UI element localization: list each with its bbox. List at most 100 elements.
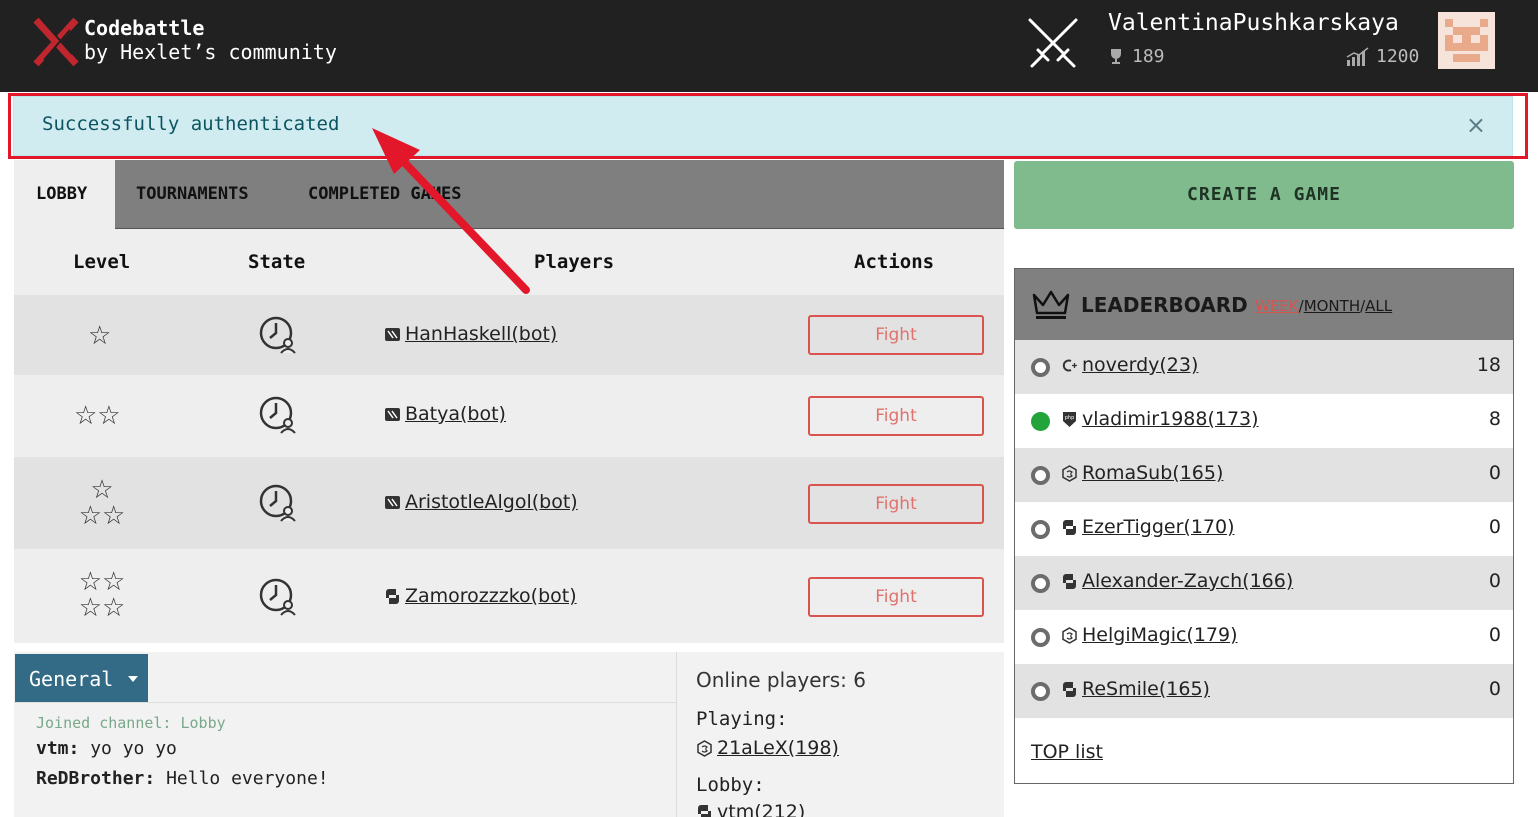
player-link[interactable]: AristotleAlgol(bot) [405, 491, 578, 513]
rating-chart-icon [1346, 46, 1369, 66]
divider [14, 702, 676, 703]
brand-title: Codebattle [84, 16, 205, 40]
table-row: ☆☆☆ ☆☆☆ AristotleAlgol(bot) Fight [14, 457, 1004, 549]
crossed-swords-icon[interactable] [1024, 16, 1082, 70]
column-header-players: Players [534, 251, 615, 273]
table-row: ☆☆ Batya(bot) Fight [14, 375, 1004, 457]
create-game-button[interactable]: CREATE A GAME [1014, 161, 1514, 229]
clock-user-icon [259, 316, 296, 354]
table-row: ☆ HanHaskell(bot) Fight [14, 295, 1004, 375]
brand-name[interactable]: Codebattle by Hexlet’s community [84, 16, 337, 64]
leaderboard-user: noverdy(23) [1061, 354, 1198, 376]
fight-button[interactable]: Fight [808, 396, 984, 436]
message-text: yo yo yo [90, 738, 177, 759]
user-trophies: 189 [1108, 46, 1165, 67]
close-icon[interactable]: × [1466, 111, 1486, 139]
offline-status-icon [1031, 574, 1050, 593]
chat-message: ReDBrother: Hello everyone! [36, 768, 329, 789]
caret-down-icon [128, 675, 139, 682]
leaderboard-row: RomaSub(165) 0 [1015, 448, 1513, 502]
crown-icon [1032, 290, 1070, 319]
haskell-icon [385, 407, 400, 421]
user-link[interactable]: 21aLeX(198) [717, 737, 839, 759]
chat-panel: General Joined channel: Lobby vtm: yo yo… [14, 652, 676, 817]
period-switcher: WEEK/MONTH/ALL [1255, 297, 1393, 315]
x-logo-icon[interactable] [32, 16, 80, 68]
level-stars: ☆ [88, 321, 112, 351]
leaderboard-row: ReSmile(165) 0 [1015, 664, 1513, 718]
level-stars: ☆☆☆☆ ☆☆☆☆ [78, 567, 126, 623]
user-score: 8 [1488, 408, 1501, 430]
player-entry: HanHaskell(bot) [384, 323, 557, 345]
leaderboard-user: Alexander-Zaych(166) [1061, 570, 1293, 592]
player-link[interactable]: HanHaskell(bot) [405, 323, 557, 345]
fight-button[interactable]: Fight [808, 315, 984, 355]
leaderboard-user: RomaSub(165) [1061, 462, 1223, 484]
player-entry: AristotleAlgol(bot) [384, 491, 578, 513]
period-month-link[interactable]: MONTH [1304, 297, 1360, 315]
leaderboard-row: EzerTigger(170) 0 [1015, 502, 1513, 556]
lobby-label: Lobby: [696, 774, 765, 796]
user-link[interactable]: noverdy(23) [1082, 354, 1198, 376]
clock-user-icon [259, 484, 296, 522]
fight-button[interactable]: Fight [808, 484, 984, 524]
period-week-link[interactable]: WEEK [1255, 297, 1299, 315]
channel-name: General [29, 666, 114, 691]
level-stars: ☆☆ [74, 401, 121, 431]
user-link[interactable]: vtm(212) [717, 801, 805, 817]
trophy-count: 189 [1132, 46, 1165, 67]
pixel-avatar-icon[interactable] [1438, 12, 1495, 69]
offline-status-icon [1031, 682, 1050, 701]
tab-tournaments[interactable]: TOURNAMENTS [136, 160, 249, 229]
playing-label: Playing: [696, 708, 788, 730]
leaderboard-user: EzerTigger(170) [1061, 516, 1235, 538]
user-link[interactable]: ReSmile(165) [1082, 678, 1210, 700]
channel-dropdown[interactable]: General [15, 654, 148, 703]
user-name[interactable]: ValentinaPushkarskaya [1108, 10, 1399, 36]
offline-status-icon [1031, 628, 1050, 647]
alert-message: Successfully authenticated [42, 113, 340, 135]
column-header-state: State [248, 251, 306, 273]
leaderboard-user: ReSmile(165) [1061, 678, 1210, 700]
game-tabs: LOBBY TOURNAMENTS COMPLETED GAMES [14, 160, 1004, 229]
python-icon [1063, 519, 1076, 535]
user-link[interactable]: Alexander-Zaych(166) [1082, 570, 1293, 592]
php-icon: php [1063, 411, 1076, 427]
leaderboard: LEADERBOARD WEEK/MONTH/ALL noverdy(23) 1… [1014, 268, 1514, 784]
python-icon [386, 588, 399, 604]
player-entry: Batya(bot) [384, 403, 506, 425]
python-icon [1063, 573, 1076, 589]
tab-completed-games[interactable]: COMPLETED GAMES [308, 160, 462, 229]
table-row: ☆☆☆☆ ☆☆☆☆ Zamorozzzko(bot) Fight [14, 549, 1004, 643]
online-user: 21aLeX(198) [696, 737, 839, 759]
user-link[interactable]: vladimir1988(173) [1082, 408, 1259, 430]
user-score: 0 [1488, 678, 1501, 700]
online-status-icon [1031, 412, 1050, 431]
period-all-link[interactable]: ALL [1365, 297, 1392, 315]
top-list-link[interactable]: TOP list [1031, 741, 1103, 763]
player-link[interactable]: Zamorozzzko(bot) [405, 585, 577, 607]
leaderboard-header: LEADERBOARD WEEK/MONTH/ALL [1015, 269, 1513, 340]
user-link[interactable]: RomaSub(165) [1082, 462, 1223, 484]
user-link[interactable]: EzerTigger(170) [1082, 516, 1235, 538]
haskell-icon [385, 327, 400, 341]
message-author[interactable]: ReDBrother: [36, 768, 155, 789]
player-link[interactable]: Batya(bot) [405, 403, 506, 425]
rating-value: 1200 [1376, 46, 1420, 67]
offline-status-icon [1031, 520, 1050, 539]
fight-button[interactable]: Fight [808, 577, 984, 617]
nodejs-icon [1062, 464, 1077, 482]
user-rating: 1200 [1346, 46, 1419, 67]
nodejs-icon [697, 739, 712, 757]
column-header-actions: Actions [854, 251, 935, 273]
clock-user-icon [259, 396, 296, 434]
brand-tagline: by Hexlet’s community [84, 40, 337, 64]
leaderboard-row: noverdy(23) 18 [1015, 340, 1513, 394]
user-link[interactable]: HelgiMagic(179) [1082, 624, 1238, 646]
user-score: 0 [1488, 462, 1501, 484]
leaderboard-user: HelgiMagic(179) [1061, 624, 1238, 646]
tab-lobby[interactable]: LOBBY [14, 160, 115, 229]
nodejs-icon [1062, 626, 1077, 644]
clock-user-icon [259, 578, 296, 616]
message-author[interactable]: vtm: [36, 738, 79, 759]
